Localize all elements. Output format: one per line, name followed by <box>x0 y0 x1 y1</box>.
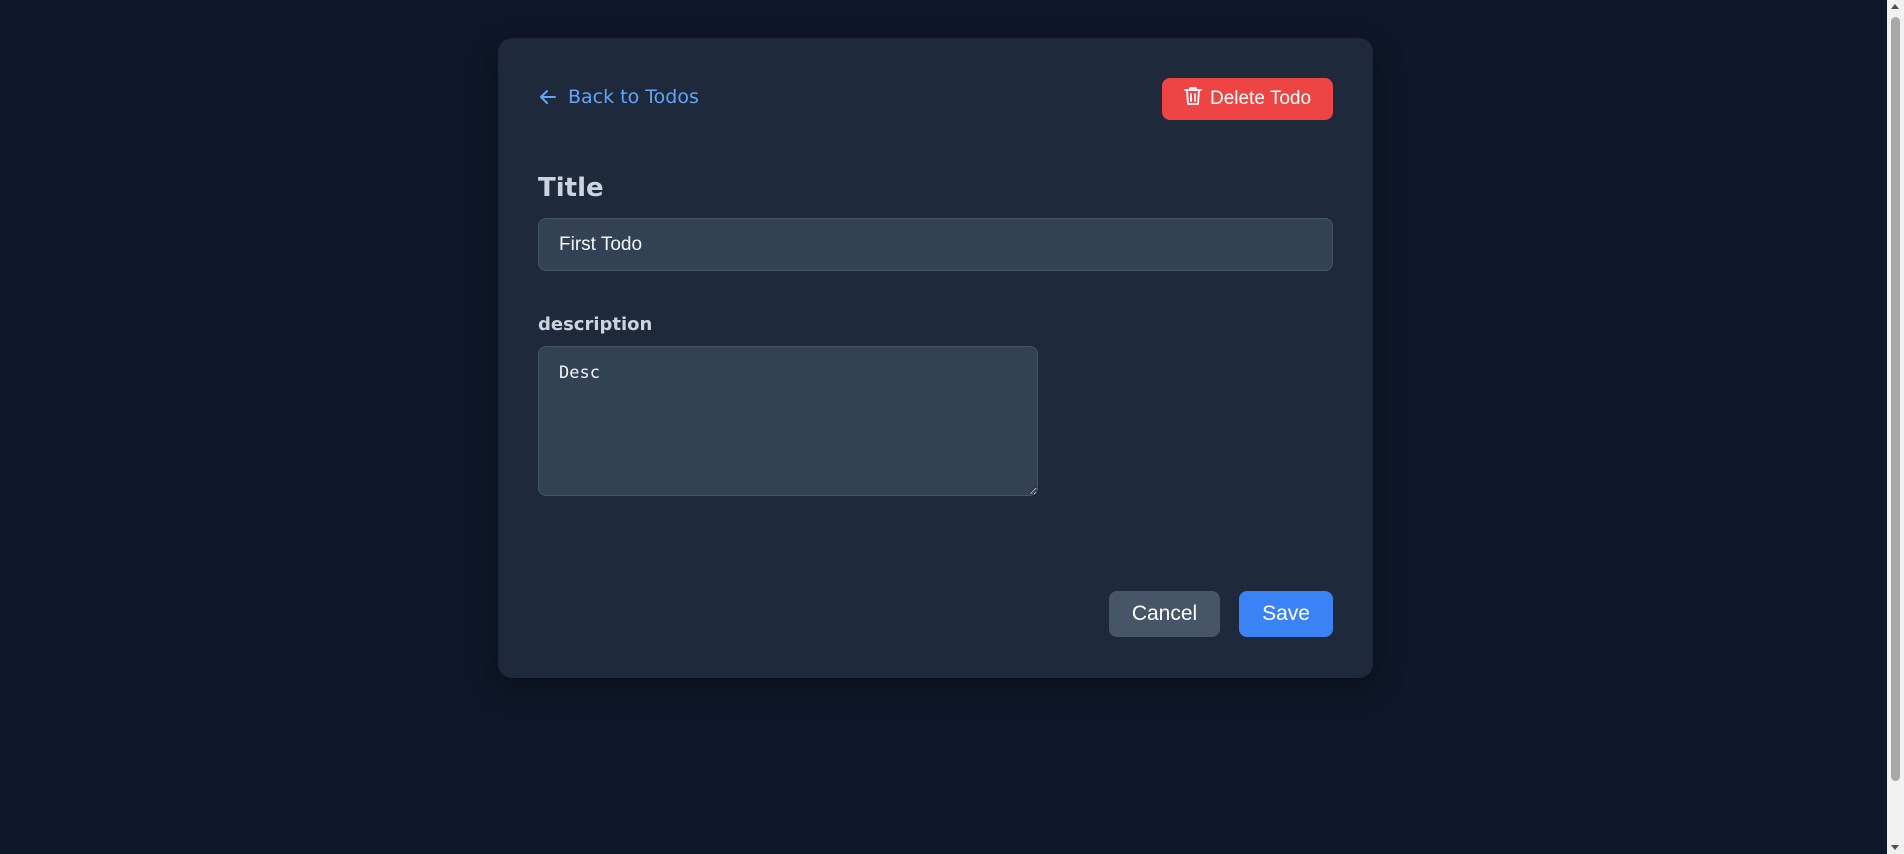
title-input[interactable] <box>538 218 1333 271</box>
back-to-todos-link[interactable]: Back to Todos <box>538 86 699 108</box>
scroll-down-arrow-icon[interactable] <box>1891 845 1899 850</box>
scrollbar-thumb[interactable] <box>1891 17 1900 781</box>
vertical-scrollbar[interactable] <box>1887 0 1904 854</box>
delete-button-label: Delete Todo <box>1209 88 1312 109</box>
arrow-left-icon <box>538 87 558 107</box>
title-label: Title <box>538 173 604 203</box>
description-label: description <box>538 314 653 335</box>
scroll-up-arrow-icon[interactable] <box>1891 4 1899 9</box>
trash-icon <box>1184 86 1202 112</box>
save-button[interactable]: Save <box>1239 591 1333 637</box>
viewport: Back to Todos Delete Todo Title descript… <box>0 0 1904 854</box>
edit-todo-card: Back to Todos Delete Todo Title descript… <box>498 38 1373 678</box>
back-link-label: Back to Todos <box>568 86 699 108</box>
cancel-button[interactable]: Cancel <box>1109 591 1220 637</box>
delete-todo-button[interactable]: Delete Todo <box>1162 78 1333 120</box>
description-textarea[interactable]: Desc <box>538 346 1038 496</box>
